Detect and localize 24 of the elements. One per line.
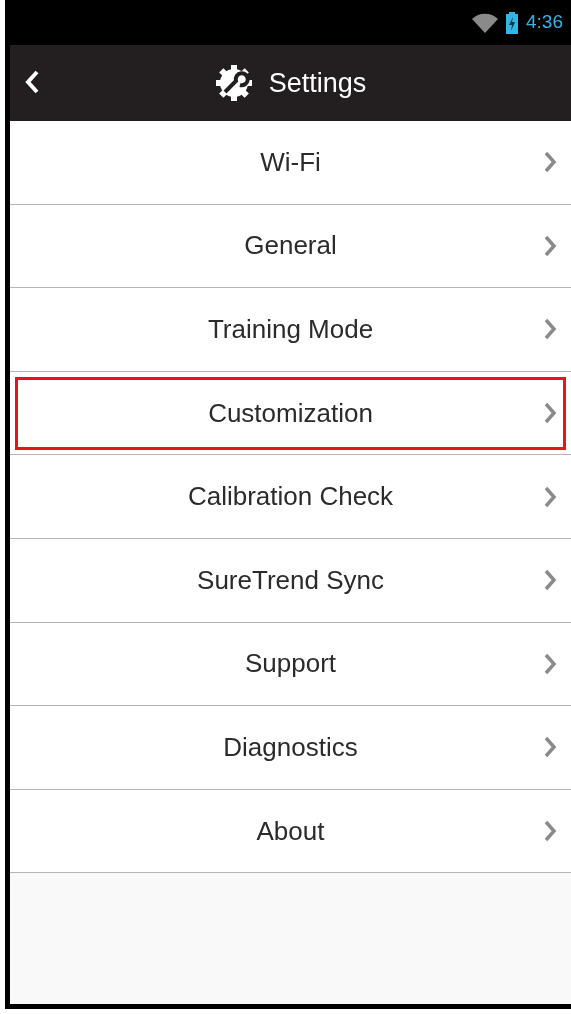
settings-item[interactable]: Training Mode bbox=[10, 288, 571, 372]
settings-item[interactable]: Wi-Fi bbox=[10, 121, 571, 205]
chevron-right-icon bbox=[543, 402, 557, 425]
settings-item[interactable]: About bbox=[10, 789, 571, 874]
settings-item[interactable]: Support bbox=[10, 622, 571, 707]
chevron-right-icon bbox=[543, 820, 557, 843]
wifi-icon bbox=[472, 12, 498, 33]
chevron-right-icon bbox=[543, 234, 557, 257]
settings-item[interactable]: Customization bbox=[10, 371, 571, 456]
chevron-right-icon bbox=[543, 569, 557, 592]
battery-icon bbox=[506, 11, 518, 34]
gear-wrench-icon bbox=[214, 64, 253, 102]
chevron-right-icon bbox=[543, 652, 557, 675]
chevron-right-icon bbox=[543, 151, 557, 174]
settings-item[interactable]: Diagnostics bbox=[10, 706, 571, 790]
chevron-right-icon bbox=[543, 736, 557, 759]
settings-item[interactable]: General bbox=[10, 204, 571, 289]
settings-item[interactable]: Calibration Check bbox=[10, 455, 571, 539]
screen-title: Settings bbox=[268, 66, 367, 100]
clock-time: 4:36 bbox=[526, 10, 563, 35]
chevron-right-icon bbox=[543, 485, 557, 508]
settings-item[interactable]: SureTrend Sync bbox=[10, 538, 571, 623]
chevron-right-icon bbox=[543, 318, 557, 341]
back-button[interactable] bbox=[24, 69, 40, 95]
